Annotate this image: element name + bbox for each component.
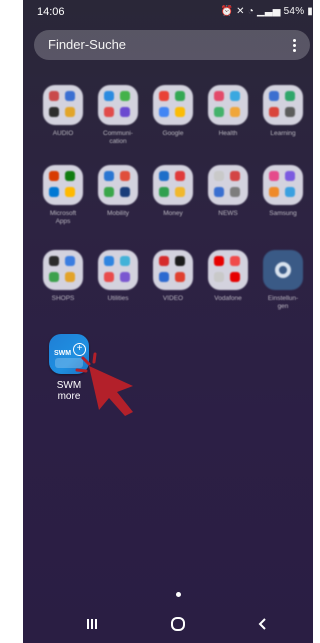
finder-search-bar[interactable]: Finder-Suche: [34, 30, 310, 60]
mute-icon: ✕: [236, 6, 245, 17]
folder-label: AUDIO: [52, 130, 74, 137]
left-margin: [0, 0, 23, 643]
back-icon[interactable]: [249, 616, 277, 638]
folder-money[interactable]: Money: [145, 165, 201, 218]
folder-audio[interactable]: AUDIO: [35, 85, 91, 138]
wifi-icon: ◔: [247, 6, 254, 17]
folder-vodafone[interactable]: Vodafone: [200, 250, 256, 303]
status-time: 14:06: [37, 6, 65, 18]
settings-gear-icon: [263, 250, 303, 290]
alarm-icon: ⏰: [220, 6, 234, 17]
battery-icon: ▮: [307, 6, 313, 17]
folder-label: Google: [162, 130, 184, 137]
folder-microsoft-apps[interactable]: Microsoft Apps: [35, 165, 91, 226]
status-bar: 14:06 ⏰ ✕ ◔ ▁▃▅ 54% ▮: [23, 0, 313, 22]
folder-label: VIDEO: [162, 295, 184, 302]
folder-google[interactable]: Google: [145, 85, 201, 138]
folder-learning[interactable]: Learning: [255, 85, 311, 138]
folder-icon: [208, 85, 248, 125]
folder-utilities[interactable]: Utilities: [90, 250, 146, 303]
recents-icon[interactable]: [78, 616, 106, 638]
folder-icon: [153, 85, 193, 125]
folder-samsung[interactable]: Samsung: [255, 165, 311, 218]
folder-label: NEWS: [218, 210, 238, 217]
battery-text: 54%: [283, 6, 305, 17]
folder-shops[interactable]: SHOPS: [35, 250, 91, 303]
folder-icon: [263, 165, 303, 205]
folder-health[interactable]: Health: [200, 85, 256, 138]
phone-screen: 14:06 ⏰ ✕ ◔ ▁▃▅ 54% ▮ Finder-Suche AUDIO Comm…: [23, 0, 313, 643]
folder-row-1: AUDIO Communi- cation Google Health Lear…: [35, 85, 313, 155]
folder-communication[interactable]: Communi- cation: [90, 85, 146, 146]
folder-icon: [263, 85, 303, 125]
folder-label: SHOPS: [51, 295, 75, 302]
folder-icon: [43, 85, 83, 125]
folder-label: Utilities: [107, 295, 129, 302]
folder-icon: [98, 250, 138, 290]
folder-label: Health: [218, 130, 238, 137]
folder-label: Samsung: [269, 210, 297, 217]
folder-icon: [153, 165, 193, 205]
folder-label: Learning: [270, 130, 296, 137]
folder-row-3: SHOPS Utilities VIDEO Vodafone Einstellu…: [35, 250, 313, 320]
navigation-bar: [23, 612, 313, 643]
folder-news[interactable]: NEWS: [200, 165, 256, 218]
folder-icon: [43, 165, 83, 205]
folder-label: Communi- cation: [103, 130, 133, 145]
swm-logo-text: SWM: [54, 350, 72, 357]
page-indicator-dot: [176, 592, 181, 597]
folder-mobility[interactable]: Mobility: [90, 165, 146, 218]
folder-label: Mobility: [106, 210, 130, 217]
folder-icon: [98, 165, 138, 205]
folder-icon: [208, 165, 248, 205]
folder-icon: [153, 250, 193, 290]
signal-icon: ▁▃▅: [257, 6, 281, 17]
folder-icon: [98, 85, 138, 125]
folder-icon: [208, 250, 248, 290]
status-icons: ⏰ ✕ ◔ ▁▃▅ 54% ▮: [218, 6, 314, 17]
pointing-cursor-icon: [75, 352, 133, 416]
search-placeholder: Finder-Suche: [48, 37, 127, 52]
folder-label: Einstellun- gen: [267, 295, 299, 310]
folder-video[interactable]: VIDEO: [145, 250, 201, 303]
folder-label: Money: [163, 210, 183, 217]
app-settings[interactable]: Einstellun- gen: [255, 250, 311, 311]
folder-label: Microsoft Apps: [49, 210, 77, 225]
folder-icon: [43, 250, 83, 290]
folder-label: Vodafone: [214, 295, 242, 302]
folder-row-2: Microsoft Apps Mobility Money NEWS Samsu…: [35, 165, 313, 235]
more-vertical-icon[interactable]: [286, 35, 302, 55]
home-icon[interactable]: [164, 616, 192, 638]
